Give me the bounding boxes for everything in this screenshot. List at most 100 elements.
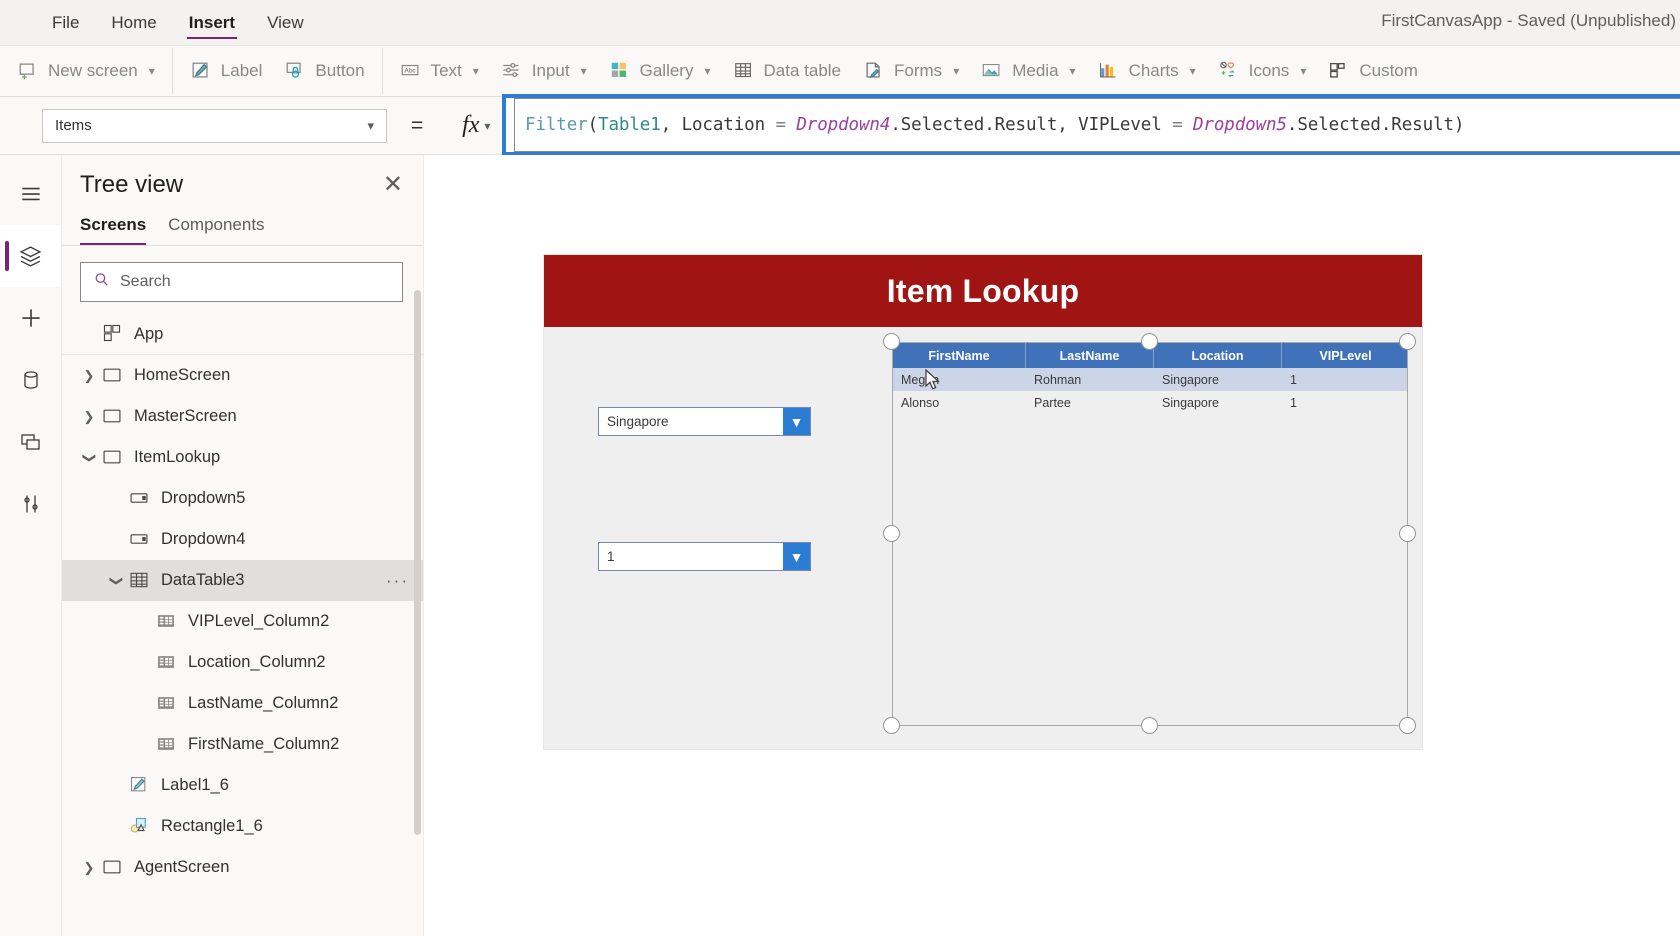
- forms-button[interactable]: Forms ▾: [852, 54, 970, 88]
- tree-view-title: Tree view: [80, 171, 184, 198]
- gallery-button[interactable]: Gallery ▾: [598, 54, 722, 88]
- data-table-cell: Singapore: [1162, 395, 1219, 410]
- tree-item-label: FirstName_Column2: [188, 735, 340, 753]
- media-button[interactable]: Media ▾: [970, 54, 1086, 88]
- charts-icon: [1098, 60, 1120, 82]
- tree-view-header: Tree view ✕: [62, 155, 423, 209]
- insert-plus-icon[interactable]: [0, 287, 61, 349]
- screen-icon: [102, 447, 124, 469]
- canvas-area[interactable]: Item Lookup Singapore ▼ 1 ▼ FirstName Las…: [424, 155, 1680, 936]
- resize-handle-bottom-left[interactable]: [883, 717, 900, 734]
- tree-item-dropdown4[interactable]: Dropdown4: [62, 519, 423, 560]
- dropdown-viplevel[interactable]: 1 ▼: [598, 542, 811, 571]
- forms-button-label: Forms: [894, 61, 943, 80]
- dropdown-location-value: Singapore: [607, 414, 669, 429]
- data-table-body: Megan Rohman Singapore 1 Alonso Partee Singapo…: [893, 368, 1407, 414]
- chevron-down-icon[interactable]: ❯: [103, 573, 129, 589]
- search-input[interactable]: Search: [80, 262, 403, 302]
- tab-screens[interactable]: Screens: [80, 215, 147, 245]
- input-button-label: Input: [531, 61, 570, 80]
- tree-item-rectangle1_6[interactable]: Rectangle1_6: [62, 806, 423, 847]
- formula-token: .Selected.Result: [1286, 115, 1454, 135]
- tree-item-firstname_column2[interactable]: FirstName_Column2: [62, 724, 423, 765]
- menu-tab-home[interactable]: Home: [95, 0, 172, 45]
- tree-item-location_column2[interactable]: Location_Column2: [62, 642, 423, 683]
- data-table-button[interactable]: Data table: [722, 54, 853, 88]
- tree-item-itemlookup[interactable]: ❯ ItemLookup: [62, 437, 423, 478]
- button-button[interactable]: Button: [273, 54, 375, 88]
- resize-handle-top-left[interactable]: [883, 333, 900, 350]
- property-selector[interactable]: Items ▾: [42, 108, 387, 143]
- chevron-down-icon[interactable]: ▼: [783, 543, 810, 570]
- label-button[interactable]: Label: [179, 54, 274, 88]
- tree-item-lastname_column2[interactable]: LastName_Column2: [62, 683, 423, 724]
- main-body: Tree view ✕ Screens Components Search Ap…: [0, 155, 1680, 936]
- icons-button[interactable]: Icons ▾: [1207, 54, 1318, 88]
- charts-button[interactable]: Charts ▾: [1087, 54, 1207, 88]
- new-screen-icon: [17, 60, 39, 82]
- data-table-column-header[interactable]: VIPLevel: [1282, 343, 1407, 368]
- close-icon[interactable]: ✕: [383, 173, 403, 197]
- tree-item-label1_6[interactable]: Label1_6: [62, 765, 423, 806]
- chevron-right-icon[interactable]: ❯: [76, 368, 102, 384]
- data-table-column-header[interactable]: FirstName: [893, 343, 1026, 368]
- chevron-right-icon[interactable]: ❯: [76, 860, 102, 876]
- formula-input[interactable]: Filter(Table1, Location = Dropdown4.Sele…: [514, 98, 1680, 152]
- data-table-icon: [733, 60, 755, 82]
- resize-handle-top-right[interactable]: [1399, 333, 1416, 350]
- media-library-icon[interactable]: [0, 411, 61, 473]
- data-table-control[interactable]: FirstName LastName Location VIPLevel Megan R…: [892, 342, 1408, 726]
- tree-item-dropdown5[interactable]: Dropdown5: [62, 478, 423, 519]
- data-table-row[interactable]: Megan Rohman Singapore 1: [893, 368, 1407, 391]
- resize-handle-middle-right[interactable]: [1399, 525, 1416, 542]
- chevron-down-icon[interactable]: ▼: [783, 408, 810, 435]
- data-table-column-header[interactable]: LastName: [1026, 343, 1154, 368]
- menu-tab-file[interactable]: File: [36, 0, 95, 45]
- resize-handle-bottom-center[interactable]: [1141, 717, 1158, 734]
- menu-tab-insert[interactable]: Insert: [173, 0, 251, 45]
- data-sources-icon[interactable]: [0, 349, 61, 411]
- more-options-icon[interactable]: ···: [386, 571, 409, 591]
- resize-handle-top-center[interactable]: [1141, 333, 1158, 350]
- advanced-tools-icon[interactable]: [0, 473, 61, 535]
- tree-item-viplevel_column2[interactable]: VIPLevel_Column2: [62, 601, 423, 642]
- column-icon: [156, 693, 178, 715]
- resize-handle-middle-left[interactable]: [883, 525, 900, 542]
- screen-icon: [102, 857, 124, 879]
- resize-handle-bottom-right[interactable]: [1399, 717, 1416, 734]
- text-button[interactable]: Abc Text ▾: [389, 54, 490, 88]
- formula-token: Dropdown4: [796, 115, 891, 135]
- tree-item-agentscreen[interactable]: ❯ AgentScreen: [62, 847, 423, 888]
- data-table-row[interactable]: Alonso Partee Singapore 1: [893, 391, 1407, 414]
- input-button[interactable]: Input ▾: [490, 54, 598, 88]
- chevron-down-icon[interactable]: ❯: [76, 450, 102, 466]
- app-screen-preview: Item Lookup Singapore ▼ 1 ▼ FirstName Las…: [544, 255, 1422, 749]
- text-button-label: Text: [430, 61, 462, 80]
- tree-item-masterscreen[interactable]: ❯ MasterScreen: [62, 396, 423, 437]
- tree-scrollbar[interactable]: [414, 290, 421, 835]
- custom-button[interactable]: Custom: [1317, 54, 1429, 88]
- tree-item-datatable3[interactable]: ❯ DataTable3 ···: [62, 560, 423, 601]
- menu-tab-view[interactable]: View: [251, 0, 320, 45]
- tab-components[interactable]: Components: [168, 215, 264, 245]
- dropdown-location[interactable]: Singapore ▼: [598, 407, 811, 436]
- tree-item-label: DataTable3: [161, 571, 245, 589]
- tree-item-label: MasterScreen: [134, 407, 237, 425]
- charts-button-label: Charts: [1128, 61, 1179, 80]
- tree-view-icon[interactable]: [0, 225, 61, 287]
- left-rail: [0, 155, 62, 936]
- new-screen-button[interactable]: New screen ▾: [6, 54, 166, 88]
- chevron-down-icon: ▾: [148, 64, 155, 78]
- tree-item-app[interactable]: App: [62, 314, 423, 355]
- chevron-down-icon: ▾: [1300, 64, 1307, 78]
- formula-token: =: [1172, 115, 1183, 135]
- data-table-button-label: Data table: [763, 61, 842, 80]
- input-icon: [501, 60, 523, 82]
- tree-item-label: HomeScreen: [134, 366, 231, 384]
- fx-expand-button[interactable]: fx ▾: [445, 105, 508, 146]
- hamburger-menu-icon[interactable]: [0, 163, 61, 225]
- tree-item-label: Rectangle1_6: [161, 817, 263, 835]
- tree-item-homescreen[interactable]: ❯ HomeScreen: [62, 355, 423, 396]
- data-table-column-header[interactable]: Location: [1154, 343, 1282, 368]
- chevron-right-icon[interactable]: ❯: [76, 409, 102, 425]
